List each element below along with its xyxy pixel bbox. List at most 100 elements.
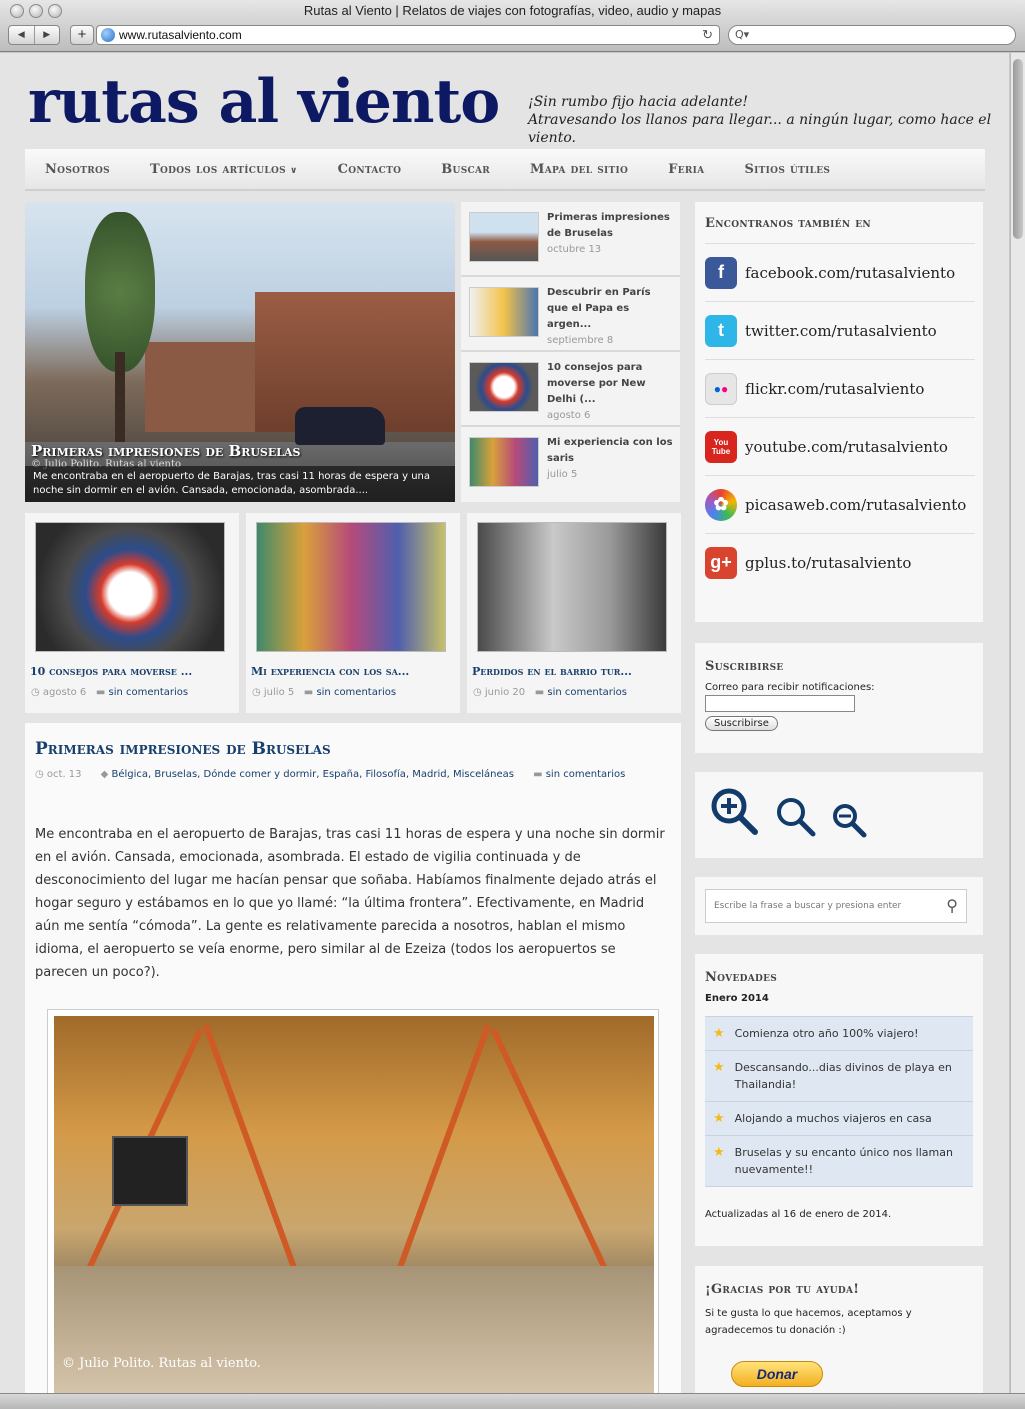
menu-item-contacto[interactable]: Contacto bbox=[318, 162, 422, 177]
card-title[interactable]: Perdidos en el barrio tur... bbox=[472, 665, 632, 678]
clock-icon: ◷ bbox=[35, 769, 47, 780]
news-title: Novedades bbox=[705, 970, 778, 985]
social-link-gplus[interactable]: g+ gplus.to/rutasalviento bbox=[705, 533, 975, 591]
site-tagline: ¡Sin rumbo fijo hacia adelante! Atravesa… bbox=[528, 93, 1009, 147]
twitter-icon: t bbox=[705, 314, 737, 347]
browser-toolbar: Rutas al Viento | Relatos de viajes con … bbox=[0, 0, 1025, 52]
tree-shape bbox=[85, 212, 155, 372]
new-tab-button[interactable]: + bbox=[70, 25, 94, 45]
tag-icon: ◆ bbox=[100, 769, 112, 780]
list-item: ★ Comienza otro año 100% viajero! bbox=[705, 1017, 973, 1051]
social-link-youtube[interactable]: You Tube youtube.com/rutasalviento bbox=[705, 417, 975, 475]
card-title[interactable]: 10 consejos para moverse ... bbox=[30, 665, 192, 678]
house-shape bbox=[145, 342, 265, 432]
post-card[interactable]: Mi experiencia con los sa... ◷ julio 5 ▬… bbox=[246, 513, 460, 713]
card-comments-link[interactable]: sin comentarios bbox=[316, 687, 396, 698]
slider-list-item[interactable]: Primeras impresiones de Bruselas octubre… bbox=[461, 202, 680, 277]
menu-item-label: Todos los artículos bbox=[149, 161, 286, 177]
flickr-icon: ● ● bbox=[705, 372, 737, 405]
card-image bbox=[256, 522, 446, 652]
forward-button[interactable]: ▶ bbox=[35, 26, 60, 44]
menu-item-todos-los-articulos[interactable]: Todos los artículos ∨ bbox=[130, 162, 318, 177]
star-icon: ★ bbox=[713, 1111, 725, 1126]
search-icon[interactable]: ⚲ bbox=[946, 890, 958, 922]
window-title: Rutas al Viento | Relatos de viajes con … bbox=[303, 3, 722, 18]
donate-button[interactable]: Donar bbox=[731, 1361, 823, 1387]
address-bar[interactable]: www.rutasalviento.com ↻ bbox=[96, 25, 720, 45]
post-comments-link[interactable]: sin comentarios bbox=[546, 769, 626, 780]
tagline-line-1: ¡Sin rumbo fijo hacia adelante! bbox=[528, 94, 748, 110]
card-meta: ◷ julio 5 ▬ sin comentarios bbox=[252, 687, 396, 698]
back-button[interactable]: ◀ bbox=[9, 26, 35, 44]
comment-icon: ▬ bbox=[303, 687, 317, 698]
zoom-in-icon[interactable] bbox=[709, 786, 761, 838]
star-icon: ★ bbox=[713, 1060, 725, 1075]
reload-icon[interactable]: ↻ bbox=[702, 26, 713, 44]
card-comments-link[interactable]: sin comentarios bbox=[547, 687, 627, 698]
browser-search-field[interactable]: Q▾ bbox=[728, 25, 1016, 45]
post-date: oct. 13 bbox=[46, 769, 82, 780]
search-input[interactable]: Escribe la frase a buscar y presiona ent… bbox=[705, 889, 967, 923]
post-card[interactable]: Perdidos en el barrio tur... ◷ junio 20 … bbox=[467, 513, 681, 713]
social-link-twitter[interactable]: t twitter.com/rutasalviento bbox=[705, 301, 975, 359]
social-link-picasa[interactable]: ✿ picasaweb.com/rutasalviento bbox=[705, 475, 975, 533]
social-link-text: flickr.com/rutasalviento bbox=[745, 379, 925, 398]
google-plus-icon: g+ bbox=[705, 546, 737, 579]
slider-item-title: Mi experiencia con los saris bbox=[547, 437, 673, 464]
menu-item-buscar[interactable]: Buscar bbox=[421, 162, 510, 177]
globe-icon bbox=[101, 28, 115, 42]
thumbnail-image bbox=[469, 212, 539, 262]
social-link-facebook[interactable]: f facebook.com/rutasalviento bbox=[705, 243, 975, 301]
featured-slide-title[interactable]: Primeras impresiones de Bruselas bbox=[31, 442, 300, 460]
social-widget: Encontranos también en f facebook.com/ru… bbox=[695, 202, 983, 622]
site-logo[interactable]: rutas al viento bbox=[28, 67, 500, 137]
social-link-text: gplus.to/rutasalviento bbox=[745, 553, 912, 572]
clock-icon: ◷ bbox=[473, 687, 485, 698]
card-meta: ◷ junio 20 ▬ sin comentarios bbox=[473, 687, 627, 698]
featured-slide[interactable]: Primeras impresiones de Bruselas © Julio… bbox=[25, 202, 455, 502]
menu-item-mapa-del-sitio[interactable]: Mapa del sitio bbox=[510, 162, 648, 177]
zoom-reset-icon[interactable] bbox=[775, 796, 817, 838]
subscribe-button[interactable]: Suscribirse bbox=[705, 716, 778, 731]
donate-title: ¡Gracias por tu ayuda! bbox=[705, 1282, 860, 1297]
card-date: junio 20 bbox=[484, 687, 526, 698]
news-item-text: Bruselas y su encanto único nos llaman n… bbox=[734, 1146, 953, 1176]
card-comments-link[interactable]: sin comentarios bbox=[108, 687, 188, 698]
slider-list-item[interactable]: Mi experiencia con los saris julio 5 bbox=[461, 427, 680, 502]
history-buttons: ◀ ▶ bbox=[8, 25, 60, 45]
zoom-out-icon[interactable] bbox=[831, 802, 867, 838]
scrollbar-thumb[interactable] bbox=[1013, 59, 1023, 239]
card-title[interactable]: Mi experiencia con los sa... bbox=[251, 665, 409, 678]
post-tags[interactable]: Bélgica, Bruselas, Dónde comer y dormir,… bbox=[111, 769, 514, 780]
comment-icon: ▬ bbox=[533, 769, 546, 780]
comment-icon: ▬ bbox=[95, 687, 109, 698]
menu-item-nosotros[interactable]: Nosotros bbox=[25, 162, 130, 177]
main-menu: Nosotros Todos los artículos ∨ Contacto B… bbox=[25, 149, 985, 191]
slider-list-item[interactable]: 10 consejos para moverse por New Delhi (… bbox=[461, 352, 680, 427]
email-field[interactable] bbox=[705, 695, 855, 712]
chevron-down-icon: ∨ bbox=[289, 165, 298, 176]
list-item: ★ Alojando a muchos viajeros en casa bbox=[705, 1102, 973, 1136]
card-date: julio 5 bbox=[263, 687, 295, 698]
slider-list-item[interactable]: Descubrir en París que el Papa es argen.… bbox=[461, 277, 680, 352]
slider-item-date: octubre 13 bbox=[547, 244, 602, 255]
airport-photo: © Julio Polito. Rutas al viento. bbox=[54, 1016, 654, 1393]
menu-item-feria[interactable]: Feria bbox=[648, 162, 724, 177]
slider-item-date: julio 5 bbox=[547, 469, 578, 480]
slider-item-date: septiembre 8 bbox=[547, 335, 614, 346]
recent-posts-cards: 10 consejos para moverse ... ◷ agosto 6 … bbox=[25, 513, 681, 713]
thumbnail-image bbox=[469, 287, 539, 337]
list-item: ★ Descansando...dias divinos de playa en … bbox=[705, 1051, 973, 1102]
news-item-text: Comienza otro año 100% viajero! bbox=[734, 1027, 919, 1040]
post-article: Primeras impresiones de Bruselas ◷ oct. … bbox=[25, 723, 681, 1393]
social-list: Encontranos también en f facebook.com/ru… bbox=[705, 216, 975, 591]
vertical-scrollbar[interactable] bbox=[1010, 53, 1025, 1393]
post-card[interactable]: 10 consejos para moverse ... ◷ agosto 6 … bbox=[25, 513, 239, 713]
donate-text: Si te gusta lo que hacemos, aceptamos y … bbox=[705, 1308, 912, 1336]
social-link-flickr[interactable]: ● ● flickr.com/rutasalviento bbox=[705, 359, 975, 417]
menu-item-sitios-utiles[interactable]: Sitios útiles bbox=[724, 162, 850, 177]
slider-item-date: agosto 6 bbox=[547, 410, 591, 421]
picasa-icon: ✿ bbox=[705, 488, 737, 521]
post-title[interactable]: Primeras impresiones de Bruselas bbox=[35, 739, 331, 759]
news-updated: Actualizadas al 16 de enero de 2014. bbox=[705, 1209, 892, 1220]
